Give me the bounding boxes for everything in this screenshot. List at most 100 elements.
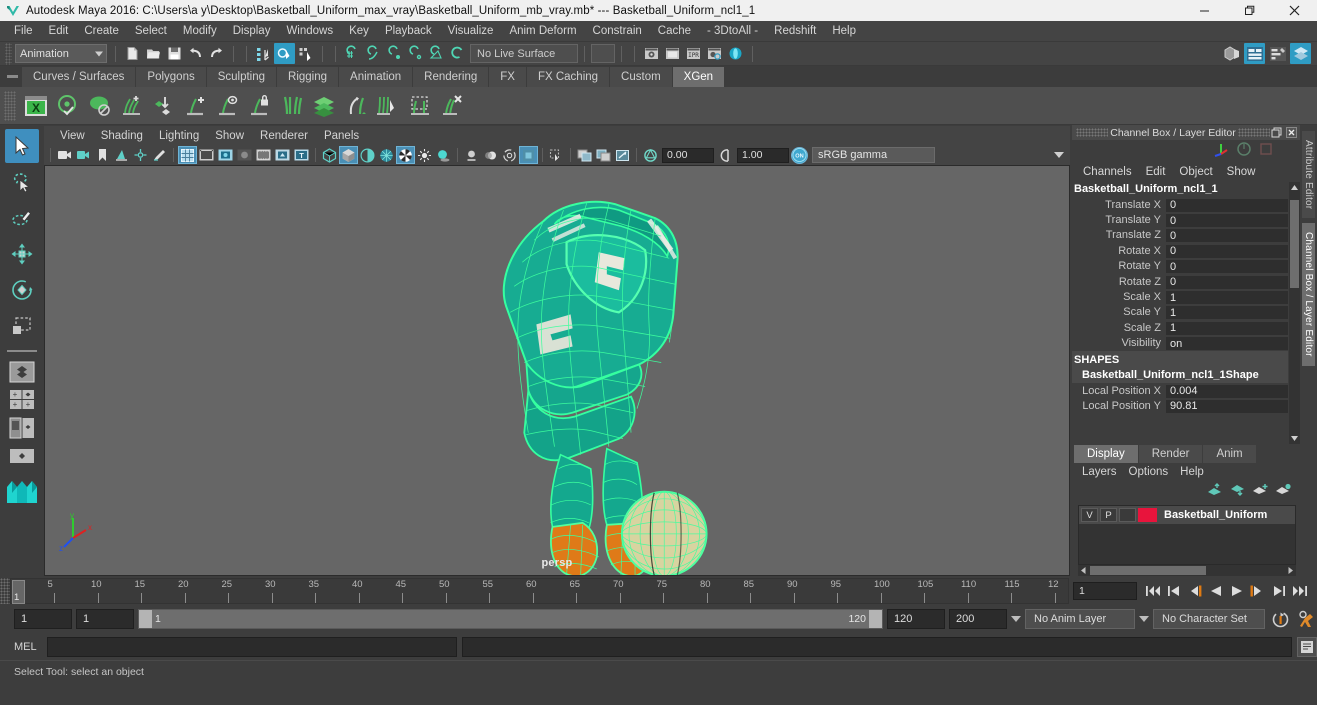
channel-value[interactable]: 0 [1166,213,1288,228]
open-scene-icon[interactable] [143,43,164,64]
grid-toggle-icon[interactable] [178,146,197,164]
time-slider[interactable]: 1 5 10 15 20 25 30 35 40 45 50 55 60 65 70 75 80 85 90 95 1… [10,577,1069,604]
playback-range-bar[interactable]: 1 120 [138,609,883,629]
channel-value[interactable]: 1 [1166,290,1288,305]
select-camera-icon[interactable] [55,146,74,164]
xgen-delete-guide-icon[interactable] [436,90,468,122]
viewport-menu-renderer[interactable]: Renderer [252,129,316,143]
channel-value[interactable]: 0 [1166,243,1288,258]
ipr-render-icon[interactable]: IPR [683,43,704,64]
depth-of-field-icon[interactable] [500,146,519,164]
menu-edit[interactable]: Edit [41,23,77,39]
command-input[interactable] [47,636,457,657]
textured-icon[interactable] [396,146,415,164]
auto-keyframe-icon[interactable] [1269,608,1291,630]
exposure-value-field[interactable]: 0.00 [662,147,714,163]
animation-end-field[interactable]: 200 [949,609,1007,629]
channel-menu-channels[interactable]: Channels [1076,165,1139,179]
time-slider-grip[interactable] [0,577,10,604]
step-back-key-icon[interactable] [1164,582,1183,600]
make-live-icon[interactable] [447,43,468,64]
character-set-select[interactable]: No Character Set [1153,609,1265,629]
motion-blur-icon[interactable] [481,146,500,164]
image-plane-icon[interactable] [112,146,131,164]
perspective-viewport[interactable]: y x z persp [44,165,1070,576]
smooth-shade-selected-icon[interactable] [358,146,377,164]
channel-value[interactable]: on [1166,336,1288,351]
texture-border-icon[interactable]: T [292,146,311,164]
hypershade-icon[interactable] [725,43,746,64]
xray-icon[interactable] [547,146,566,164]
layer-scroll-thumb[interactable] [1090,566,1206,575]
go-to-end-icon[interactable] [1290,582,1309,600]
rotate-tool[interactable] [5,273,39,307]
select-tool[interactable] [5,129,39,163]
screen-space-ao-icon[interactable] [462,146,481,164]
layer-tab-display[interactable]: Display [1074,445,1138,463]
menu-select[interactable]: Select [127,23,175,39]
channel-box-body[interactable]: Basketball_Uniform_ncl1_1 Translate X 0 T… [1072,182,1300,444]
status-line-grip[interactable] [5,42,12,65]
panel-drag-handle[interactable] [1076,128,1108,137]
menu-key[interactable]: Key [341,23,377,39]
channel-value[interactable]: 0 [1166,259,1288,274]
channel-box-icon[interactable] [1290,43,1311,64]
layer-row[interactable]: V P Basketball_Uniform [1079,506,1295,524]
menu-display[interactable]: Display [225,23,279,39]
step-forward-frame-icon[interactable] [1248,582,1267,600]
layer-visibility-toggle[interactable]: V [1081,508,1098,522]
channel-menu-edit[interactable]: Edit [1139,165,1173,179]
attribute-editor-icon[interactable] [1244,43,1265,64]
scale-tool[interactable] [5,309,39,343]
panel-layout-1-icon[interactable] [575,146,594,164]
menu-windows[interactable]: Windows [278,23,341,39]
four-view-layout-icon[interactable]: + + + [7,387,37,413]
xgen-sculpt-guide-icon[interactable] [276,90,308,122]
menu-constrain[interactable]: Constrain [585,23,650,39]
channel-value[interactable]: 0 [1166,197,1288,212]
isolate-select-icon[interactable] [519,146,538,164]
chevron-down-icon[interactable] [1054,152,1064,158]
play-forwards-icon[interactable] [1227,582,1246,600]
paint-select-tool[interactable] [5,201,39,235]
xgen-select-guide-icon[interactable] [212,90,244,122]
film-origin-icon[interactable] [254,146,273,164]
shelf-tab-rigging[interactable]: Rigging [277,67,340,87]
smooth-shade-all-icon[interactable] [339,146,358,164]
select-by-object-icon[interactable] [274,43,295,64]
animation-preferences-icon[interactable] [1295,608,1317,630]
range-end-handle[interactable] [869,610,882,628]
close-panel-icon[interactable] [1285,126,1298,139]
layer-tab-render[interactable]: Render [1138,445,1203,463]
play-backwards-icon[interactable] [1206,582,1225,600]
shelf-tab-animation[interactable]: Animation [339,67,414,87]
scroll-down-icon[interactable] [1289,433,1300,444]
use-all-lights-icon[interactable] [415,146,434,164]
script-editor-icon[interactable] [1297,636,1317,657]
viewport-menu-panels[interactable]: Panels [316,129,367,143]
channel-value[interactable]: 1 [1166,305,1288,320]
scroll-up-icon[interactable] [1289,182,1300,193]
xgen-import-icon[interactable] [148,90,180,122]
time-slider-playhead[interactable]: 1 [12,579,25,604]
anim-layer-dropdown-icon[interactable] [1011,616,1021,622]
animation-start-field[interactable]: 1 [14,609,72,629]
shelf-tab-polygons[interactable]: Polygons [136,67,207,87]
tool-settings-icon[interactable] [1267,43,1288,64]
layer-playback-toggle[interactable]: P [1100,508,1117,522]
menu-set-selector[interactable]: Animation [15,44,107,63]
gamma-value-field[interactable]: 1.00 [737,147,789,163]
snap-to-point-icon[interactable] [384,43,405,64]
menu-visualize[interactable]: Visualize [440,23,502,39]
go-to-start-icon[interactable] [1143,582,1162,600]
xgen-preview-icon[interactable] [52,90,84,122]
vertical-tab-channel-box[interactable]: Channel Box / Layer Editor [1302,223,1315,367]
menu-create[interactable]: Create [76,23,127,39]
range-start-handle[interactable] [139,610,152,628]
scale-manip-icon[interactable] [1258,141,1274,162]
live-surface-field[interactable]: No Live Surface [470,44,578,63]
toggle-modeling-toolkit-icon[interactable] [1221,43,1242,64]
persp-graph-layout-icon[interactable] [7,443,37,469]
viewport-menu-lighting[interactable]: Lighting [151,129,207,143]
bookmark-icon[interactable] [93,146,112,164]
